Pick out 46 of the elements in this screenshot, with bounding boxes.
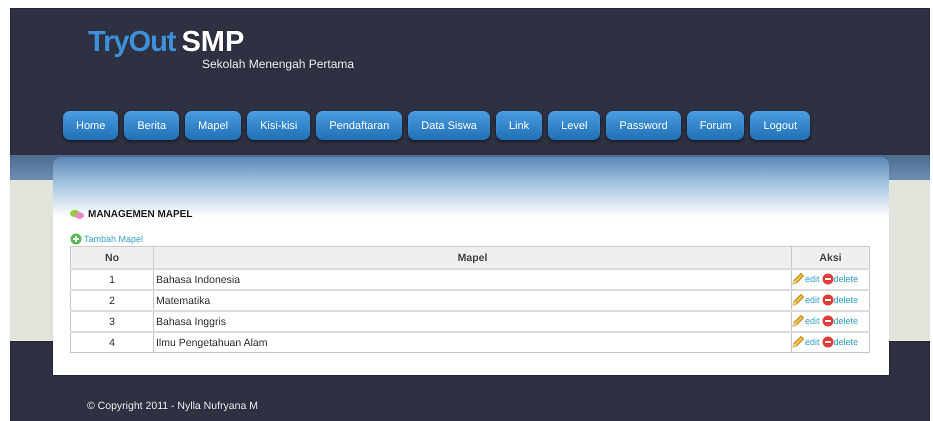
- nav-button[interactable]: Level: [548, 111, 600, 140]
- table-cell: 2: [70, 290, 154, 311]
- minus-circle-icon: [822, 315, 834, 327]
- table-cell: Matematika: [154, 290, 792, 311]
- edit-link[interactable]: edit: [792, 293, 820, 306]
- chat-bubbles-icon: [70, 208, 84, 220]
- minus-circle-icon: [822, 336, 834, 348]
- table-cell: Bahasa Inggris: [154, 311, 792, 332]
- pencil-icon: [792, 314, 805, 327]
- edit-link[interactable]: edit: [792, 272, 820, 285]
- table-cell: 4: [70, 332, 154, 352]
- plus-circle-icon: [70, 233, 82, 245]
- pencil-icon: [792, 335, 805, 348]
- nav-button[interactable]: Pendaftaran: [316, 111, 402, 140]
- nav-button[interactable]: Data Siswa: [408, 111, 490, 140]
- delete-link[interactable]: delete: [822, 315, 858, 327]
- pencil-icon: [792, 272, 805, 285]
- nav-button[interactable]: Logout: [750, 111, 810, 140]
- minus-circle-icon: [822, 294, 834, 306]
- delete-link[interactable]: delete: [822, 336, 858, 348]
- delete-link[interactable]: delete: [822, 273, 858, 285]
- table-cell: Bahasa Indonesia: [154, 269, 792, 290]
- nav-button[interactable]: Link: [496, 111, 542, 140]
- pencil-icon: [792, 293, 805, 306]
- nav-button[interactable]: Forum: [686, 111, 744, 140]
- logo-tagline: Sekolah Menengah Pertama: [202, 57, 356, 71]
- nav-button[interactable]: Mapel: [185, 111, 242, 140]
- column-header: Aksi: [792, 246, 870, 269]
- table-cell: 3: [70, 311, 154, 332]
- table-cell: 1: [70, 269, 154, 290]
- edit-link[interactable]: edit: [792, 314, 820, 327]
- nav-button[interactable]: Kisi-kisi: [247, 111, 310, 140]
- add-link[interactable]: Tambah Mapel: [70, 233, 144, 245]
- column-header: No: [70, 246, 154, 269]
- nav-button[interactable]: Home: [63, 111, 118, 140]
- logo-title: TryOut: [88, 26, 176, 58]
- table-cell: Ilmu Pengetahuan Alam: [154, 332, 792, 352]
- section-title: MANAGEMEN MAPEL: [88, 208, 192, 220]
- delete-link[interactable]: delete: [822, 294, 858, 306]
- nav-button[interactable]: Berita: [124, 111, 180, 140]
- nav-button[interactable]: Password: [606, 111, 681, 140]
- logo-title-accent: SMP: [181, 26, 244, 58]
- copyright-text: © Copyright 2011 - Nylla Nufryana M: [87, 400, 258, 412]
- edit-link[interactable]: edit: [792, 335, 820, 348]
- minus-circle-icon: [822, 273, 834, 285]
- column-header: Mapel: [154, 246, 792, 269]
